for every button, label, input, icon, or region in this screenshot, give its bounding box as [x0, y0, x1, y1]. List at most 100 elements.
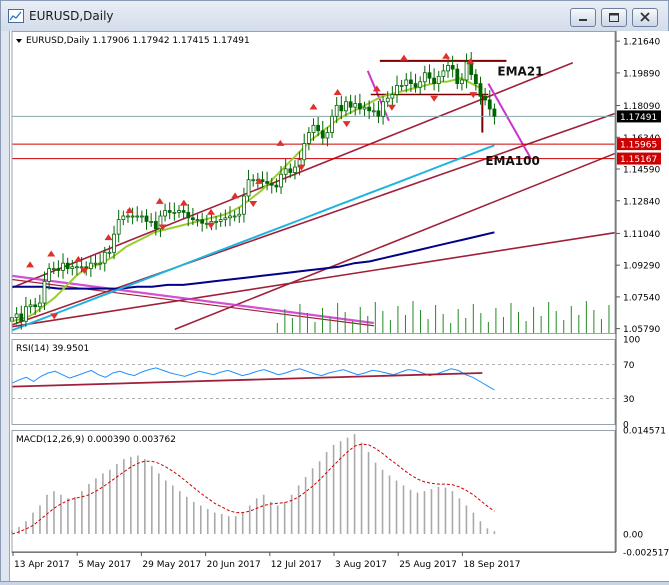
fractal-arrow [342, 121, 351, 128]
window-titlebar[interactable]: EURUSD,Daily [1, 1, 668, 31]
candle-body [432, 77, 437, 85]
fractal-arrow [47, 250, 56, 257]
minimize-button[interactable] [570, 8, 596, 27]
candle-body [473, 74, 478, 85]
price-tick-label: 1.21640 [623, 38, 660, 48]
candle-body [269, 182, 274, 186]
fractal-arrow [155, 197, 164, 204]
candle-body [306, 132, 311, 144]
candle-body [413, 83, 418, 88]
time-tick-label: 13 Apr 2017 [14, 560, 70, 570]
candle-body [339, 104, 344, 112]
candle-body [344, 101, 348, 112]
time-tick-label: 12 Jul 2017 [271, 560, 322, 570]
candle-body [223, 217, 228, 221]
fractal-arrow [179, 199, 188, 206]
level-price-label: 1.15965 [620, 141, 657, 151]
rsi-tick-label: 70 [623, 361, 635, 371]
candle-body [274, 184, 279, 188]
candle-body [79, 266, 84, 269]
rsi-tick-label: 100 [623, 336, 640, 346]
price-tick-label: 1.05790 [623, 325, 660, 335]
candle-body [427, 72, 432, 79]
candle-body [279, 173, 283, 188]
candle-body [436, 75, 441, 85]
candle-body [399, 85, 404, 87]
candle-body [190, 217, 195, 221]
rsi-panel-frame [11, 339, 616, 425]
fractal-arrow [249, 200, 258, 207]
chart-header: EURUSD,Daily 1.17906 1.17942 1.17415 1.1… [26, 36, 250, 46]
candle-body [283, 168, 288, 175]
macd-panel: MACD(12,26,9) 0.000390 0.003762 [11, 434, 496, 535]
candle-body [163, 210, 167, 217]
candle-body [153, 221, 158, 230]
time-tick-label: 3 Aug 2017 [335, 560, 387, 570]
upper-channel-line [11, 61, 574, 289]
ema100-line [11, 144, 495, 332]
macd-tick-label: -0.002517 [623, 549, 669, 559]
candle-body [75, 266, 79, 269]
time-tick-label: 18 Sep 2017 [463, 560, 520, 570]
candle-body [288, 168, 293, 173]
fractal-arrow [309, 103, 318, 110]
fractal-arrow [231, 192, 240, 199]
candle-body [88, 262, 93, 270]
macd-header: MACD(12,26,9) 0.000390 0.003762 [16, 435, 176, 445]
rsi-trend-line [11, 372, 483, 388]
candle-body [214, 221, 218, 223]
candle-body [237, 213, 242, 217]
candle-body [265, 181, 270, 184]
candle-body [186, 211, 191, 219]
candle-body [144, 215, 149, 222]
candle-body [116, 219, 121, 235]
candle-body [112, 233, 116, 253]
candle-body [51, 268, 56, 271]
candle-body [121, 215, 126, 221]
window-title: EURUSD,Daily [29, 9, 114, 23]
candle-body [371, 110, 376, 113]
candle-body [376, 110, 381, 117]
price-panel: EURUSD,Daily 1.17906 1.17942 1.17415 1.1… [10, 36, 616, 333]
time-tick-label: 5 May 2017 [78, 560, 131, 570]
fractal-arrow [399, 54, 408, 61]
candle-body [311, 124, 316, 133]
candle-body [381, 101, 385, 117]
candle-body [395, 85, 399, 95]
restore-button[interactable] [601, 8, 627, 27]
candle-body [28, 304, 33, 308]
candle-body [422, 72, 427, 83]
candle-body [251, 179, 256, 182]
price-tick-label: 1.07540 [623, 293, 660, 303]
rsi-panel: RSI(14) 39.9501 [11, 344, 615, 399]
fractal-arrow [50, 313, 59, 320]
candle-body [218, 219, 223, 222]
rsi-tick-label: 30 [623, 395, 635, 405]
candle-body [316, 124, 321, 132]
candle-body [487, 99, 492, 110]
candle-body [200, 219, 205, 224]
macd-signal-line [11, 443, 495, 535]
candle-body [65, 262, 70, 270]
candle-body [464, 61, 469, 81]
candle-body [126, 215, 130, 218]
ema100-annotation: EMA100 [485, 154, 539, 168]
chart-canvas[interactable]: EURUSD,Daily 1.17906 1.17942 1.17415 1.1… [10, 31, 669, 581]
candle-body [19, 313, 24, 322]
fractal-arrow [442, 52, 451, 59]
candle-body [478, 83, 483, 97]
long-trend-line [11, 231, 616, 328]
chart-area[interactable]: EURUSD,Daily 1.17906 1.17942 1.17415 1.1… [9, 31, 669, 581]
price-tick-label: 1.14590 [623, 166, 660, 176]
candle-body [181, 210, 186, 213]
price-tick-label: 1.09290 [623, 262, 660, 272]
close-button[interactable] [632, 8, 658, 27]
candle-body [24, 306, 28, 322]
candle-body [357, 103, 362, 110]
fractal-arrow [430, 95, 439, 102]
fractal-arrow [26, 261, 35, 268]
candle-body [404, 79, 409, 86]
macd-tick-label: 0.00 [623, 531, 643, 541]
candle-body [441, 70, 446, 77]
price-tick-label: 1.11040 [623, 230, 660, 240]
